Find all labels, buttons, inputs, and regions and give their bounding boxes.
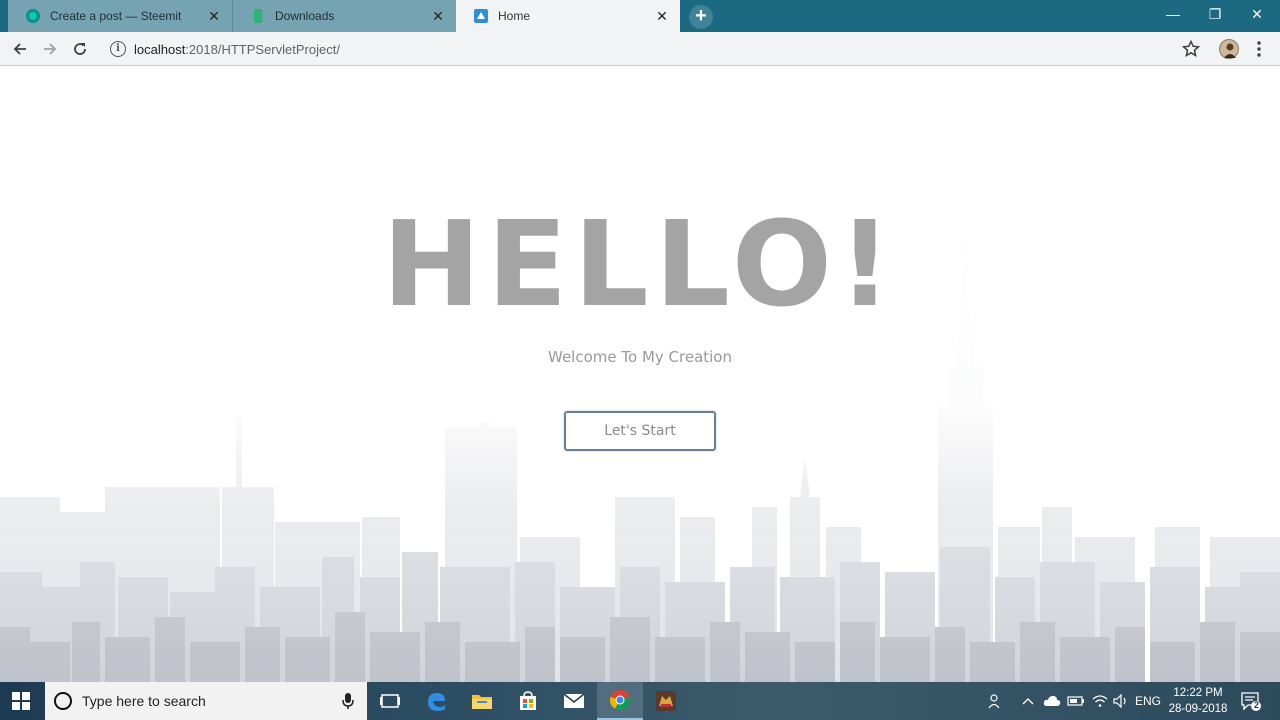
close-icon[interactable]: ✕ xyxy=(654,8,670,24)
tab-downloads[interactable]: Downloads ✕ xyxy=(232,0,456,32)
tab-label: Create a post — Steemit xyxy=(50,9,182,23)
clock-time: 12:22 PM xyxy=(1173,687,1223,699)
battery-icon[interactable] xyxy=(1064,682,1088,720)
notification-count: 2 xyxy=(1253,700,1259,710)
system-clock[interactable]: 12:22 PM 28-09-2018 xyxy=(1166,685,1230,717)
cloud-icon xyxy=(1043,696,1061,706)
close-window-button[interactable]: ✕ xyxy=(1234,0,1280,30)
store-app-button[interactable] xyxy=(505,682,551,720)
task-view-button[interactable] xyxy=(367,682,413,720)
tomcat-icon xyxy=(656,691,676,711)
edge-app-button[interactable] xyxy=(413,682,459,720)
chrome-icon xyxy=(609,690,631,711)
url-host: localhost xyxy=(134,41,186,57)
minimize-button[interactable]: — xyxy=(1150,0,1196,30)
info-icon[interactable]: i xyxy=(110,41,126,57)
new-tab-button[interactable]: + xyxy=(689,5,713,29)
chevron-up-glyph-icon xyxy=(1022,698,1034,705)
bookmark-star-icon[interactable] xyxy=(1182,40,1200,58)
mail-app-button[interactable] xyxy=(551,682,597,720)
people-figure-icon xyxy=(988,694,1000,709)
more-menu-icon[interactable] xyxy=(1252,40,1266,58)
cortana-icon xyxy=(54,692,72,710)
reload-button[interactable] xyxy=(68,37,92,61)
tab-steemit[interactable]: Create a post — Steemit ✕ xyxy=(8,0,232,32)
address-bar[interactable]: i localhost:2018/HTTPServletProject/ xyxy=(104,35,1164,63)
steemit-favicon-icon xyxy=(26,9,40,23)
hero-subtitle: Welcome To My Creation xyxy=(548,348,732,366)
url-path: :2018/HTTPServletProject/ xyxy=(185,41,340,57)
reload-icon xyxy=(74,43,86,55)
people-icon[interactable] xyxy=(984,682,1008,720)
forward-button[interactable] xyxy=(38,37,62,61)
url-text[interactable]: localhost:2018/HTTPServletProject/ xyxy=(134,42,340,57)
avatar-figure-icon xyxy=(1224,43,1236,58)
tab-label: Downloads xyxy=(275,9,335,23)
tab-home[interactable]: Home ✕ xyxy=(456,0,680,32)
wifi-glyph-icon xyxy=(1092,695,1108,707)
download-favicon-icon xyxy=(254,9,262,23)
maximize-button[interactable]: ❐ xyxy=(1192,0,1238,30)
hero-title: HELLO! xyxy=(382,195,898,333)
mail-icon xyxy=(563,693,585,708)
browser-titlebar: Create a post — Steemit ✕ Downloads ✕ Ho… xyxy=(0,0,1280,32)
onedrive-cloud-icon[interactable] xyxy=(1040,682,1064,720)
language-indicator[interactable]: ENG xyxy=(1134,682,1162,720)
chevron-up-icon[interactable] xyxy=(1018,682,1038,720)
chrome-app-button[interactable] xyxy=(597,682,643,720)
windows-taskbar: Type here to search ENG 12:22 PM 28-09-2… xyxy=(0,682,1280,720)
tomcat-app-button[interactable] xyxy=(643,682,689,720)
search-placeholder: Type here to search xyxy=(82,693,206,709)
windows-start-icon[interactable] xyxy=(12,692,30,710)
store-bag-icon xyxy=(520,691,536,710)
battery-glyph-icon xyxy=(1067,696,1084,706)
arrow-left-icon xyxy=(13,43,26,55)
taskbar-search-box[interactable]: Type here to search xyxy=(45,682,367,720)
file-explorer-button[interactable] xyxy=(459,682,505,720)
clock-date: 28-09-2018 xyxy=(1168,703,1228,715)
speaker-icon xyxy=(1113,694,1126,708)
city-skyline-background xyxy=(0,67,1280,682)
back-button[interactable] xyxy=(8,37,32,61)
arrow-right-icon xyxy=(44,43,57,55)
volume-icon[interactable] xyxy=(1110,682,1132,720)
wifi-icon[interactable] xyxy=(1088,682,1112,720)
page-favicon-icon xyxy=(474,9,488,23)
profile-avatar-icon[interactable] xyxy=(1219,39,1239,59)
browser-toolbar: i localhost:2018/HTTPServletProject/ xyxy=(0,32,1280,66)
action-center-button[interactable]: 2 xyxy=(1240,690,1262,712)
task-view-icon xyxy=(380,694,400,708)
folder-icon xyxy=(472,695,492,709)
microphone-icon[interactable] xyxy=(341,692,355,710)
web-page: HELLO! Welcome To My Creation Let's Star… xyxy=(0,67,1280,682)
tab-label: Home xyxy=(498,9,531,23)
lets-start-button[interactable]: Let's Start xyxy=(564,411,716,451)
close-icon[interactable]: ✕ xyxy=(206,8,222,24)
edge-icon xyxy=(428,693,445,711)
close-icon[interactable]: ✕ xyxy=(430,8,446,24)
